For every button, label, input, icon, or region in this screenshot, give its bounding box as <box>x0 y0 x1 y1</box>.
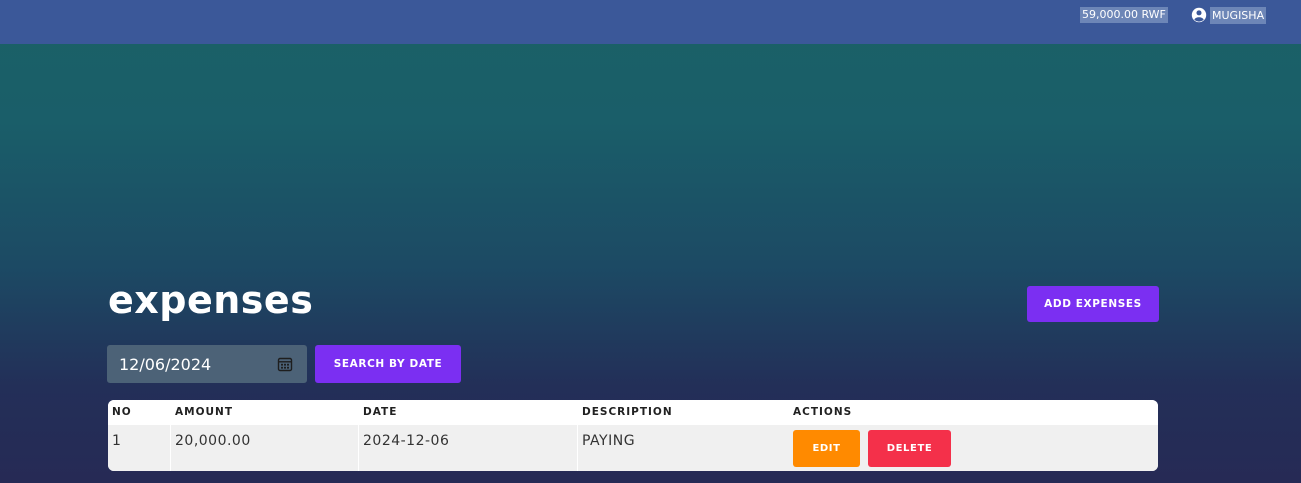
top-navbar: 59,000.00 RWF MUGISHA <box>0 0 1301 44</box>
cell-divider <box>170 425 171 471</box>
column-header-amount: AMOUNT <box>175 406 233 418</box>
date-filter-input[interactable]: 12/06/2024 <box>107 345 307 383</box>
user-circle-icon <box>1191 7 1207 23</box>
cell-description: PAYING <box>582 433 636 449</box>
column-header-no: NO <box>112 406 132 418</box>
table-row: 1 20,000.00 2024-12-06 PAYING EDIT DELET… <box>108 425 1158 471</box>
search-by-date-button[interactable]: SEARCH BY DATE <box>315 345 461 383</box>
cell-amount: 20,000.00 <box>175 433 251 449</box>
cell-date: 2024-12-06 <box>363 433 450 449</box>
edit-button[interactable]: EDIT <box>793 430 860 467</box>
user-menu[interactable]: MUGISHA <box>1190 5 1267 25</box>
cell-no: 1 <box>112 433 122 449</box>
column-header-description: DESCRIPTION <box>582 406 673 418</box>
balance-display: 59,000.00 RWF <box>1080 7 1168 23</box>
add-expenses-button[interactable]: ADD EXPENSES <box>1027 286 1159 322</box>
date-filter-value[interactable]: 12/06/2024 <box>119 355 277 374</box>
delete-button[interactable]: DELETE <box>868 430 951 467</box>
calendar-icon[interactable] <box>277 356 293 372</box>
column-header-actions: ACTIONS <box>793 406 853 418</box>
user-name[interactable]: MUGISHA <box>1210 6 1267 24</box>
page-title: expenses <box>108 278 314 322</box>
column-header-date: DATE <box>363 406 398 418</box>
cell-divider <box>577 425 578 471</box>
cell-divider <box>358 425 359 471</box>
expenses-table: NO AMOUNT DATE DESCRIPTION ACTIONS 1 20,… <box>108 400 1158 471</box>
table-header: NO AMOUNT DATE DESCRIPTION ACTIONS <box>108 400 1158 425</box>
